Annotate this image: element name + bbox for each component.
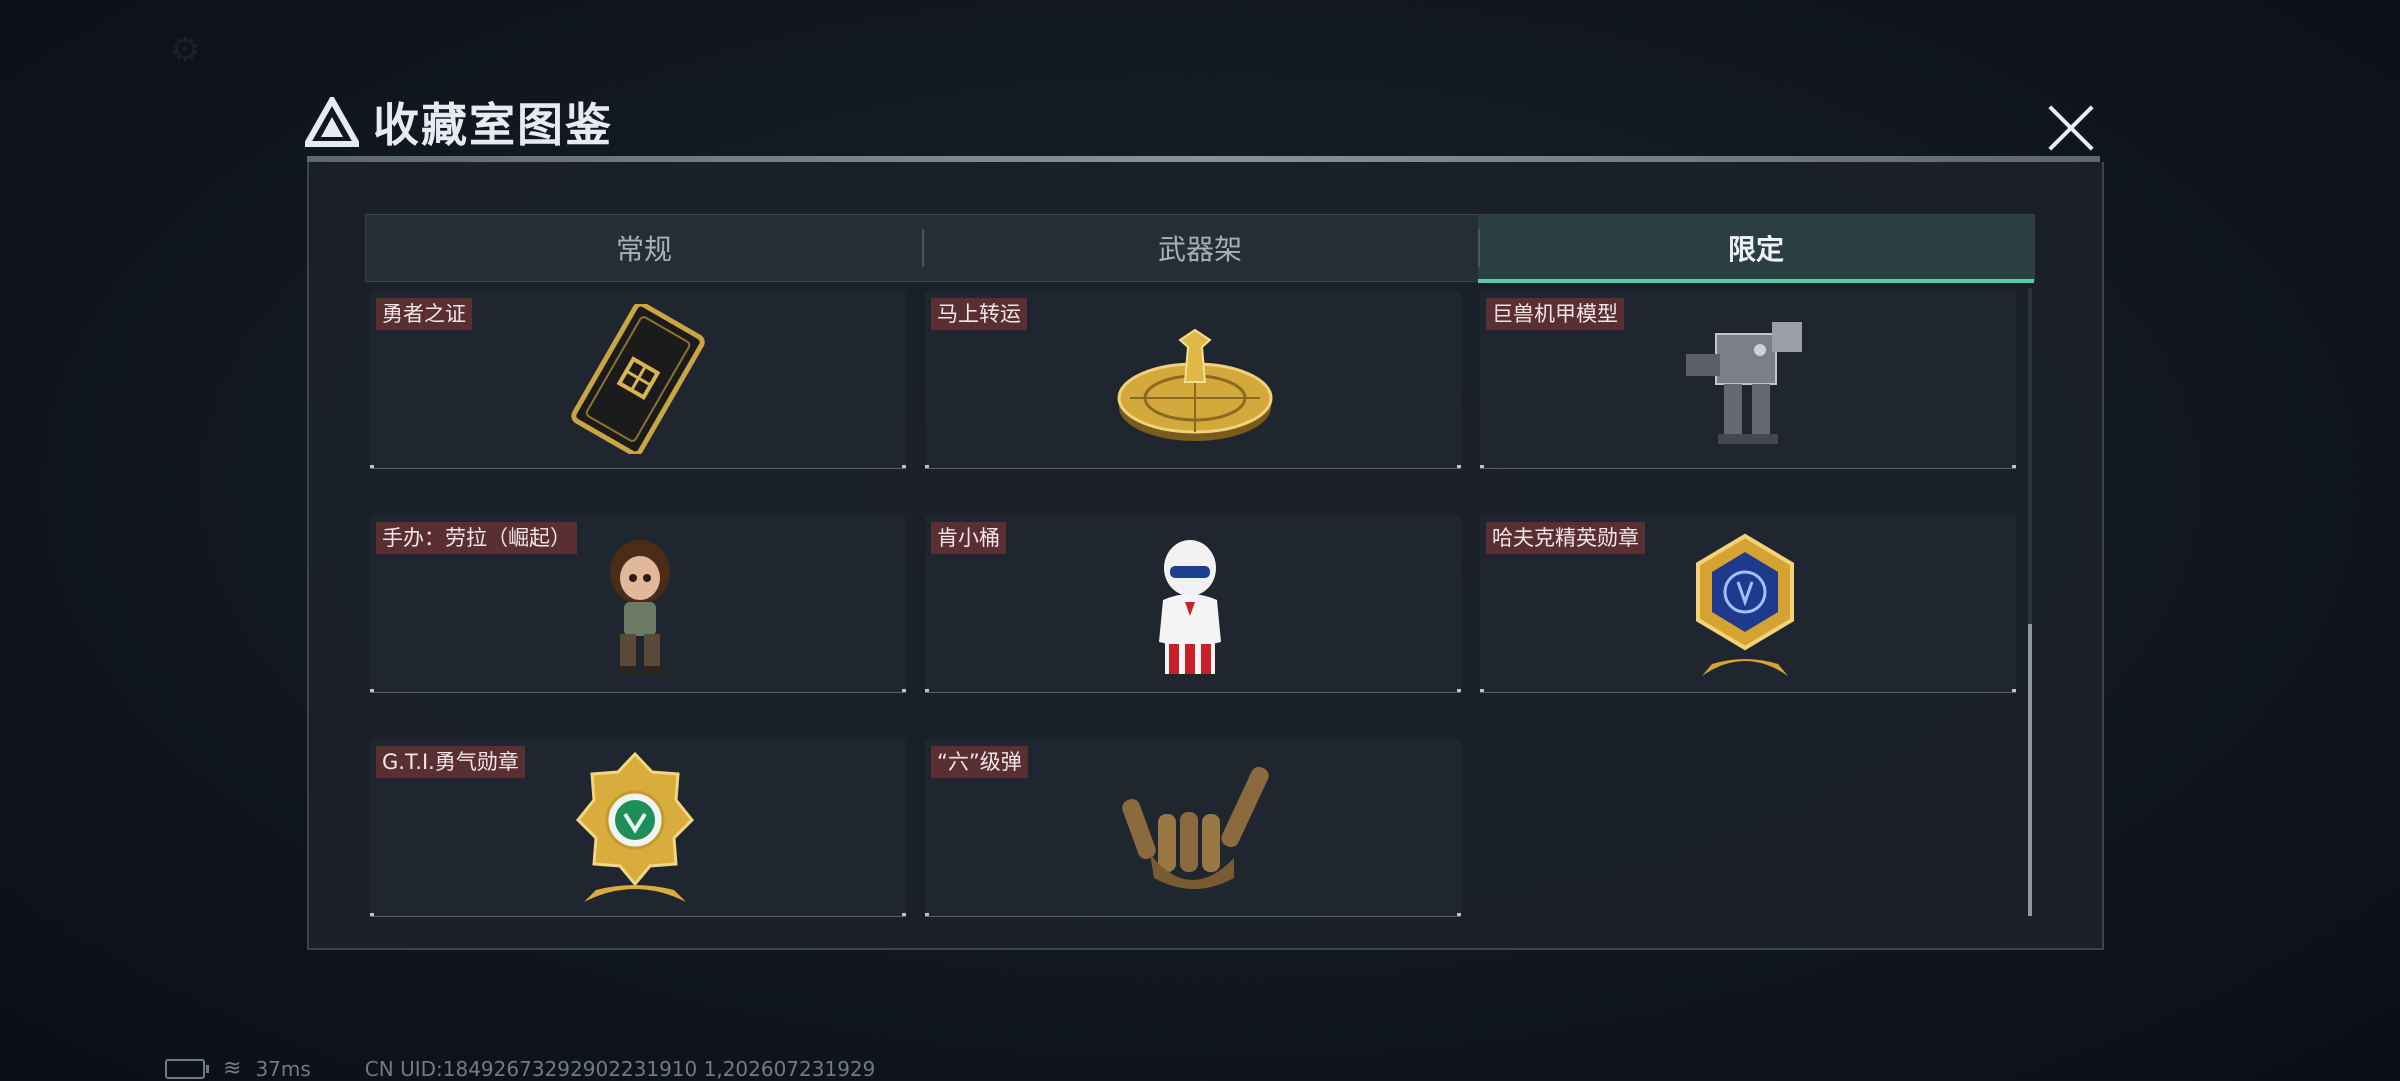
collection-item[interactable]: G.T.I.勇气勋章 — [370, 740, 906, 917]
item-label: 哈夫克精英勋章 — [1486, 522, 1645, 554]
dialog-header: 收藏室图鉴 — [305, 92, 613, 152]
delta-logo-icon — [305, 97, 359, 147]
item-label: 勇者之证 — [376, 298, 472, 330]
kfc-figure-icon — [1159, 540, 1221, 674]
collection-item[interactable]: 肯小桶 — [925, 516, 1461, 693]
dialog-title: 收藏室图鉴 — [373, 98, 613, 152]
collection-item[interactable]: 哈夫克精英勋章 — [1480, 516, 2016, 693]
bullet-hand-icon — [1122, 766, 1269, 889]
lara-figure-icon — [610, 540, 670, 674]
haavk-medal-icon — [1696, 533, 1794, 676]
item-label: 马上转运 — [931, 298, 1027, 330]
item-label: 手办：劳拉（崛起） — [376, 522, 577, 554]
status-bar: ≋ 37ms CN UID:18492673292902231910 1,202… — [165, 1056, 875, 1081]
background-layer: ⚙ — [170, 30, 201, 70]
scrollbar-thumb[interactable] — [2028, 624, 2032, 916]
close-button[interactable] — [2045, 102, 2097, 154]
user-uid-text: CN UID:18492673292902231910 1,2026072319… — [364, 1056, 876, 1081]
collection-item[interactable]: 手办：劳拉（崛起） — [370, 516, 906, 693]
item-label: 肯小桶 — [931, 522, 1006, 554]
collection-item[interactable]: 巨兽机甲模型 — [1480, 292, 2016, 469]
gold-card-icon — [571, 304, 705, 454]
tab-regular[interactable]: 常规 — [366, 215, 922, 281]
category-tabs: 常规 武器架 限定 — [365, 214, 2035, 283]
ping-text: 37ms — [255, 1056, 311, 1081]
tab-weapon-rack[interactable]: 武器架 — [922, 215, 1478, 281]
battery-icon — [165, 1058, 209, 1079]
mech-model-icon — [1686, 322, 1802, 444]
fortune-wheel-icon — [1117, 328, 1273, 441]
tab-limited[interactable]: 限定 — [1478, 215, 2034, 283]
item-label: 巨兽机甲模型 — [1486, 298, 1624, 330]
collection-item[interactable]: 勇者之证 — [370, 292, 906, 469]
collection-item[interactable]: “六”级弹 — [925, 740, 1461, 917]
gti-medal-icon — [575, 751, 695, 902]
item-label: G.T.I.勇气勋章 — [376, 746, 525, 778]
wifi-icon: ≋ — [223, 1056, 242, 1081]
item-label: “六”级弹 — [931, 746, 1028, 778]
collection-item[interactable]: 马上转运 — [925, 292, 1461, 469]
